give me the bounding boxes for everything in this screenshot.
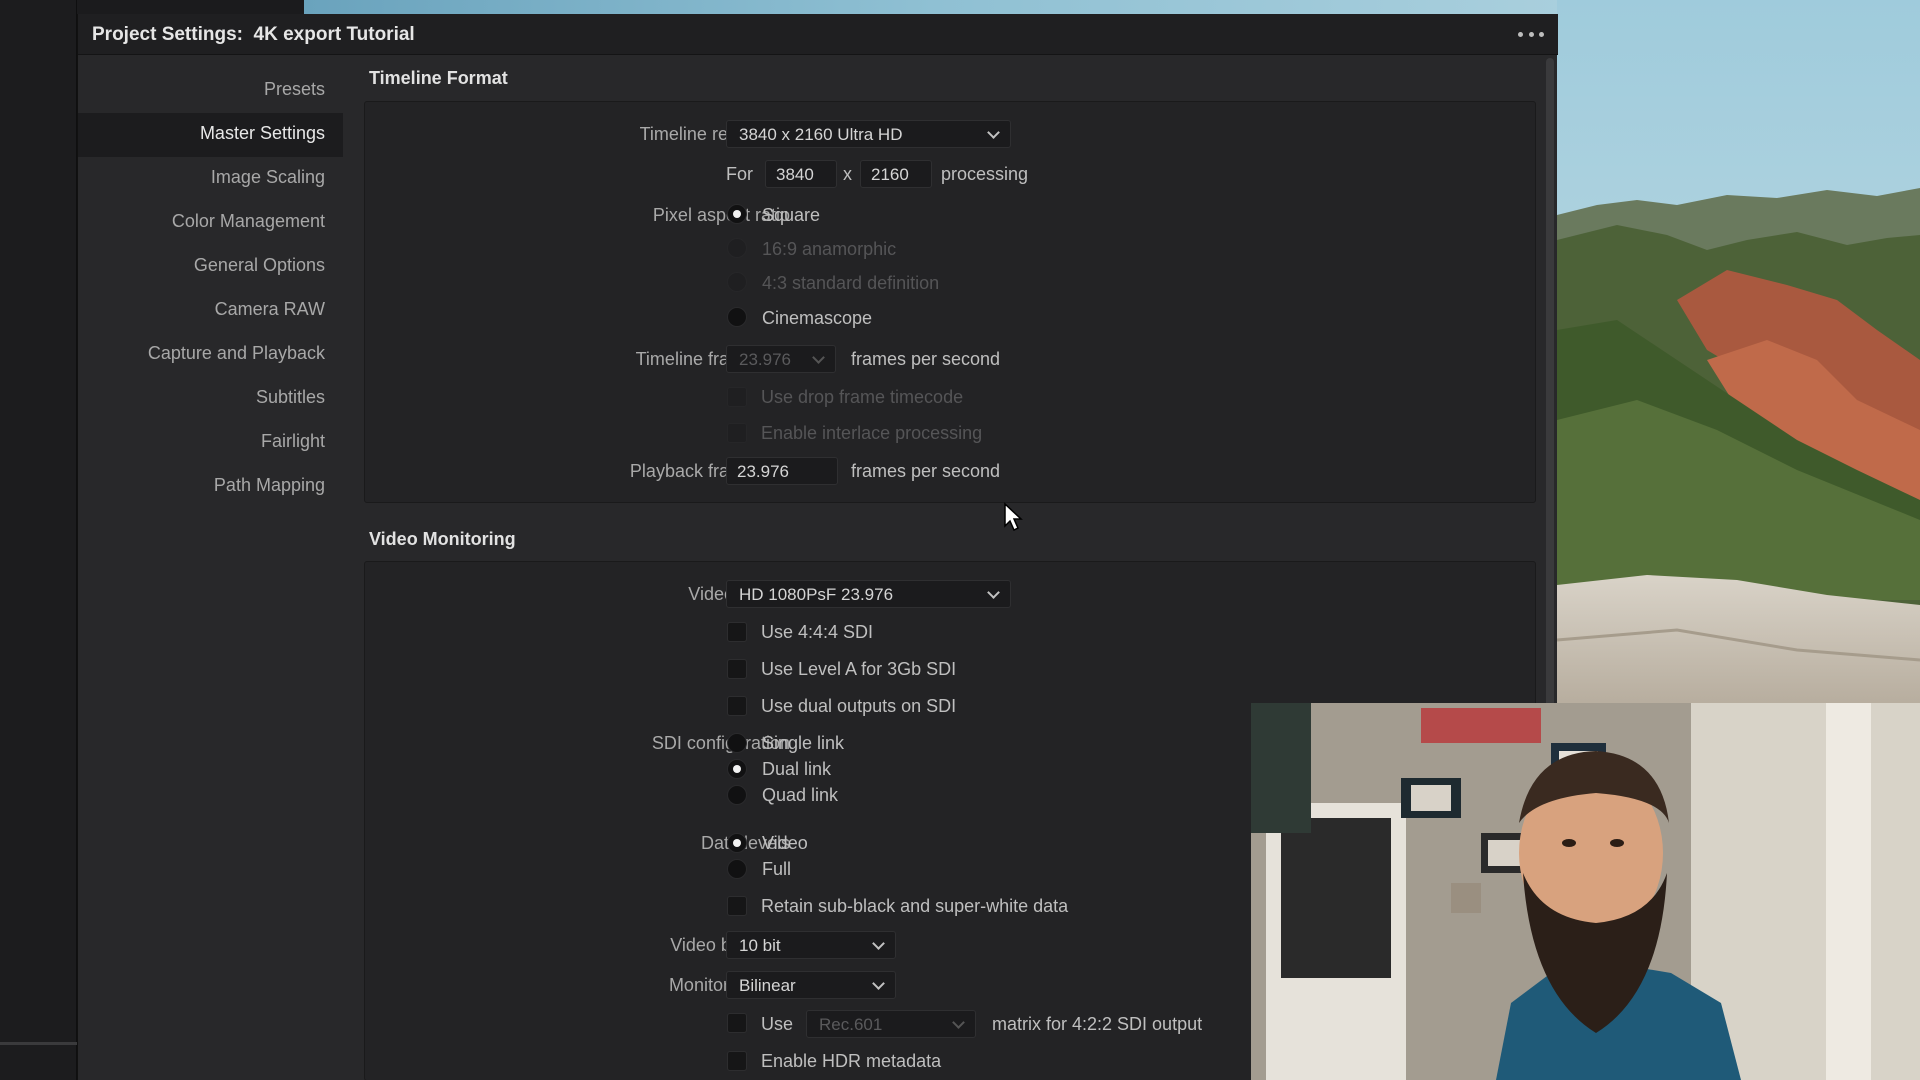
timeline-frame-rate-dropdown[interactable]: 23.976 [726,345,836,373]
dialog-title: Project Settings: 4K export Tutorial [92,24,415,45]
dual-outputs-checkbox[interactable] [727,696,747,716]
radio-video-levels-label: Video [762,833,808,853]
nav-item-camera-raw[interactable]: Camera RAW [215,299,325,320]
video-format-dropdown[interactable]: HD 1080PsF 23.976 [726,580,1011,608]
viewer-sky-strip [304,0,1564,14]
hdr-metadata-checkbox[interactable] [727,1051,747,1071]
nav-item-master-settings[interactable]: Master Settings [200,123,325,144]
monitor-scaling-dropdown[interactable]: Bilinear [726,971,896,999]
use-level-a-label: Use Level A for 3Gb SDI [761,659,957,679]
resolution-width-input[interactable]: 3840 [765,160,837,188]
radio-video-levels[interactable] [727,833,747,853]
viewer-image [1557,0,1920,705]
resolution-height-input[interactable]: 2160 [860,160,932,188]
matrix-value: Rec.601 [819,1015,883,1034]
radio-standard-definition[interactable] [727,272,747,292]
playback-frame-rate-input[interactable]: 23.976 [726,457,838,485]
timeline-frame-rate-value: 23.976 [739,350,791,369]
radio-anamorphic-label: 16:9 anamorphic [762,239,897,259]
for-label: For [726,164,753,184]
radio-standard-definition-label: 4:3 standard definition [762,273,940,293]
interlace-checkbox[interactable] [727,423,747,443]
section-title-timeline-format: Timeline Format [369,68,508,88]
timeline-resolution-value: 3840 x 2160 Ultra HD [739,125,903,144]
radio-square-label: Square [762,205,821,225]
radio-dual-link-label: Dual link [762,759,832,779]
drop-frame-checkbox[interactable] [727,387,747,407]
use-matrix-label: Use [761,1014,794,1034]
nav-item-general-options[interactable]: General Options [194,255,325,276]
use-444-checkbox[interactable] [727,622,747,642]
playback-fps-label: frames per second [851,461,1001,481]
radio-full-levels[interactable] [727,859,747,879]
radio-cinemascope-label: Cinemascope [762,308,873,328]
chevron-down-icon [987,126,1000,139]
chevron-down-icon [812,351,825,364]
nav-item-presets[interactable]: Presets [264,79,325,100]
radio-single-link[interactable] [727,733,747,753]
video-format-value: HD 1080PsF 23.976 [739,585,894,604]
use-matrix-checkbox[interactable] [727,1013,747,1033]
use-444-label: Use 4:4:4 SDI [761,622,874,642]
radio-square[interactable] [727,204,747,224]
more-horizontal-icon[interactable] [1518,32,1544,38]
nav-item-color-management[interactable]: Color Management [172,211,325,232]
monitor-scaling-value: Bilinear [739,976,796,995]
retain-data-checkbox[interactable] [727,896,747,916]
drop-frame-label: Use drop frame timecode [761,387,964,407]
section-title-video-monitoring: Video Monitoring [369,529,516,549]
chevron-down-icon [872,977,885,990]
x-label: x [843,164,852,184]
processing-label: processing [941,164,1029,184]
chevron-down-icon [952,1016,965,1029]
radio-anamorphic[interactable] [727,238,747,258]
matrix-dropdown[interactable]: Rec.601 [806,1010,976,1038]
radio-full-levels-label: Full [762,859,792,879]
use-level-a-checkbox[interactable] [727,659,747,679]
dual-outputs-label: Use dual outputs on SDI [761,696,957,716]
radio-quad-link-label: Quad link [762,785,839,805]
mouse-cursor-icon [1004,502,1023,532]
chevron-down-icon [872,937,885,950]
radio-dual-link[interactable] [727,759,747,779]
nav-item-subtitles[interactable]: Subtitles [256,387,325,408]
nav-item-capture-playback[interactable]: Capture and Playback [148,343,325,364]
radio-cinemascope[interactable] [727,307,747,327]
dialog-titlebar: Project Settings: 4K export Tutorial [78,14,1558,55]
hdr-metadata-label: Enable HDR metadata [761,1051,942,1071]
fps-label: frames per second [851,349,1001,369]
interlace-label: Enable interlace processing [761,423,983,443]
nav-item-path-mapping[interactable]: Path Mapping [214,475,325,496]
matrix-suffix-label: matrix for 4:2:2 SDI output [992,1014,1203,1034]
chevron-down-icon [987,586,1000,599]
panel-divider [0,1042,77,1045]
webcam-overlay [1251,703,1920,1080]
retain-data-label: Retain sub-black and super-white data [761,896,1069,916]
app-left-panel [0,0,77,1080]
radio-quad-link[interactable] [727,785,747,805]
nav-item-fairlight[interactable]: Fairlight [261,431,325,452]
timeline-resolution-dropdown[interactable]: 3840 x 2160 Ultra HD [726,120,1011,148]
radio-single-link-label: Single link [762,733,845,753]
bit-depth-dropdown[interactable]: 10 bit [726,931,896,959]
bit-depth-value: 10 bit [739,936,781,955]
nav-item-image-scaling[interactable]: Image Scaling [211,167,325,188]
